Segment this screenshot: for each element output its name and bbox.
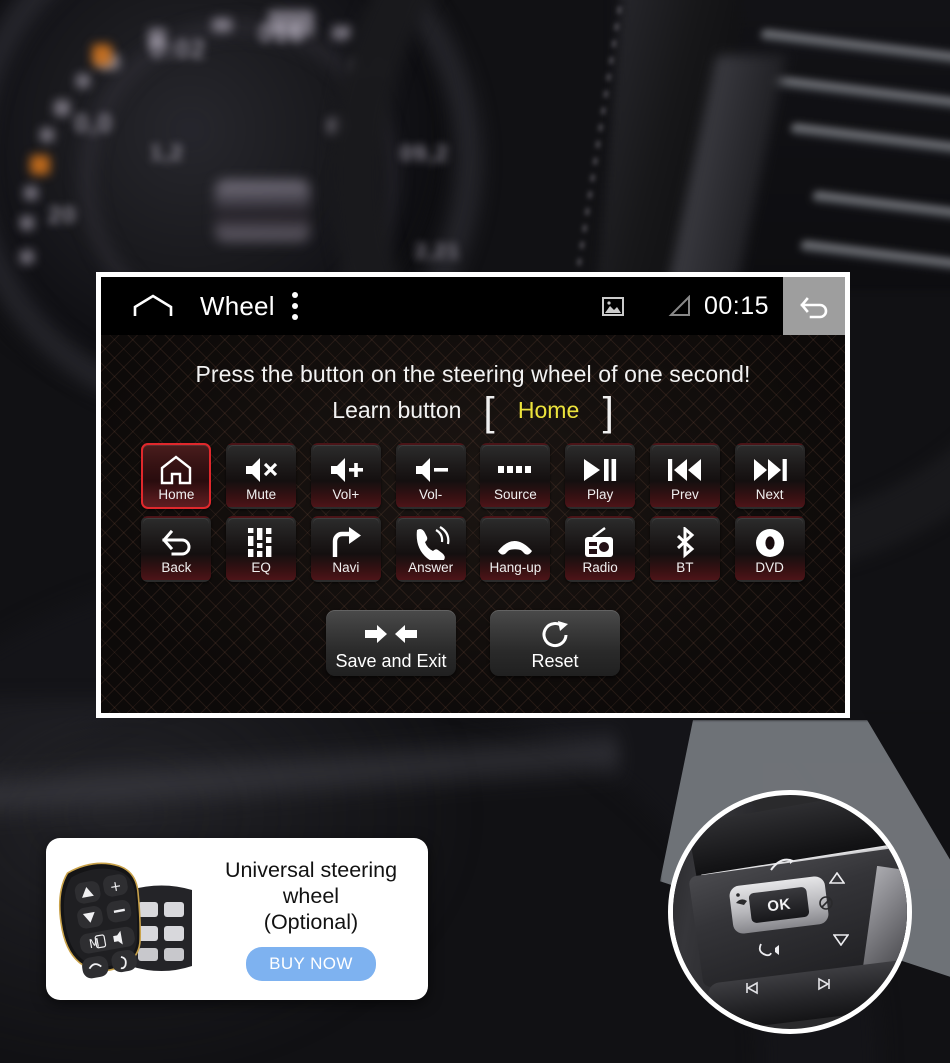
wheel-phone-pickup-icon — [769, 857, 795, 878]
speaker-minus-icon — [413, 454, 449, 486]
key-label: Mute — [246, 487, 277, 502]
key-prev[interactable]: Prev — [649, 443, 720, 509]
phone-hangup-icon — [496, 527, 534, 559]
bluetooth-icon — [670, 527, 700, 559]
key-eq[interactable]: EQ — [226, 516, 297, 582]
key-bt[interactable]: BT — [649, 516, 720, 582]
home-icon[interactable] — [133, 294, 173, 318]
promo-title-line1: Universal steering wheel — [224, 857, 398, 908]
key-label: Back — [161, 560, 192, 575]
key-label: Home — [158, 487, 195, 502]
action-label: Reset — [531, 650, 579, 671]
key-home[interactable]: Home — [141, 443, 212, 509]
turn-right-arrow-icon — [329, 527, 363, 559]
key-play[interactable]: Play — [565, 443, 636, 509]
skip-previous-icon — [667, 454, 703, 486]
back-button[interactable] — [783, 277, 845, 335]
key-navi[interactable]: Navi — [310, 516, 381, 582]
key-voldn[interactable]: Vol- — [395, 443, 466, 509]
steering-wheel-remote-image: + M — [52, 852, 204, 987]
key-hangup[interactable]: Hang-up — [480, 516, 551, 582]
instruction-prompt: Press the button on the steering wheel o… — [195, 361, 751, 387]
skip-next-icon — [752, 454, 788, 486]
key-label: EQ — [251, 560, 271, 575]
action-label: Save and Exit — [335, 650, 447, 671]
wheel-cruise-icon — [817, 895, 835, 918]
key-mute[interactable]: Mute — [226, 443, 297, 509]
wheel-down-triangle-icon — [832, 933, 850, 951]
key-label: DVD — [755, 560, 784, 575]
title-bar: Wheel 00:15 — [101, 277, 845, 335]
key-label: Navi — [332, 560, 360, 575]
head-unit-panel: Wheel 00:15 Press the button on the stee… — [96, 272, 850, 718]
key-dvd[interactable]: DVD — [734, 516, 805, 582]
key-back[interactable]: Back — [141, 516, 212, 582]
learn-button-value: Home — [517, 397, 580, 423]
speaker-mute-icon — [243, 454, 279, 486]
speaker-plus-icon — [328, 454, 364, 486]
play-pause-icon — [582, 454, 618, 486]
gallery-icon[interactable] — [601, 296, 624, 316]
four-squares-icon — [497, 454, 533, 486]
wheel-voice-icon — [757, 941, 785, 964]
wheel-media-icon — [733, 891, 753, 914]
action-button-row: Save and Exit Reset — [101, 610, 845, 676]
key-label: Vol- — [418, 487, 443, 502]
wheel-up-triangle-icon — [828, 871, 846, 889]
save-exit-button[interactable]: Save and Exit — [326, 610, 456, 676]
page-title: Wheel — [200, 290, 275, 321]
panel-content: Press the button on the steering wheel o… — [101, 335, 845, 713]
key-label: BT — [676, 560, 694, 575]
key-label: Play — [586, 487, 614, 502]
cluster-center-badge — [215, 180, 310, 242]
key-label: Vol+ — [332, 487, 360, 502]
promo-text-block: Universal steering wheel (Optional) BUY … — [204, 857, 428, 982]
radio-icon — [583, 527, 617, 559]
reset-button[interactable]: Reset — [490, 610, 620, 676]
learn-button-row: Learn button [ Home ] — [332, 389, 614, 434]
key-volup[interactable]: Vol+ — [310, 443, 381, 509]
key-label: Answer — [408, 560, 454, 575]
key-label: Hang-up — [489, 560, 542, 575]
key-radio[interactable]: Radio — [565, 516, 636, 582]
signal-triangle-icon — [668, 294, 692, 317]
back-arrow-icon — [160, 527, 192, 559]
key-answer[interactable]: Answer — [395, 516, 466, 582]
equalizer-icon — [246, 527, 276, 559]
buy-now-button[interactable]: BUY NOW — [246, 947, 376, 982]
function-key-grid: Home Mute Vol+ Vol- Source Play Prev Next Back EQ… — [134, 443, 812, 582]
disc-icon — [754, 527, 786, 559]
house-icon — [159, 454, 193, 486]
key-label: Source — [493, 487, 537, 502]
key-next[interactable]: Next — [734, 443, 805, 509]
promo-card[interactable]: + M Universal steering wheel (Optional) … — [46, 838, 428, 1000]
key-source[interactable]: Source — [480, 443, 551, 509]
learn-button-label: Learn button — [332, 397, 462, 423]
overflow-menu-icon[interactable] — [292, 292, 299, 320]
promo-title-line2: (Optional) — [263, 910, 359, 935]
phone-ringing-icon — [412, 526, 450, 560]
key-label: Prev — [670, 487, 699, 502]
steering-wheel-photo-inset: OK — [668, 790, 912, 1034]
wheel-prev-track-icon — [743, 981, 765, 1000]
clock: 00:15 — [703, 291, 769, 320]
wheel-ok-label: OK — [748, 886, 810, 924]
arrows-collapse-icon — [363, 621, 419, 649]
key-label: Radio — [582, 560, 618, 575]
wheel-next-track-icon — [813, 977, 835, 996]
refresh-circular-icon — [539, 620, 571, 649]
key-label: Next — [755, 487, 784, 502]
